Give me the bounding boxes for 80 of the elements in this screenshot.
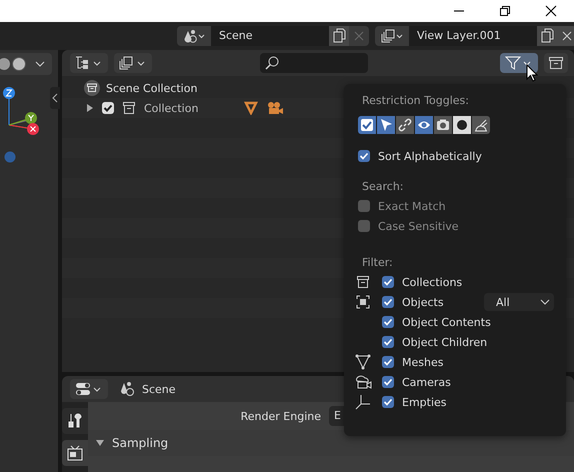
mesh-icon bbox=[355, 354, 371, 370]
restriction-toggle[interactable] bbox=[377, 116, 395, 134]
collapse-arrow-icon[interactable] bbox=[50, 87, 60, 109]
checkbox-label[interactable]: Objects bbox=[402, 296, 444, 308]
close-icon[interactable] bbox=[545, 5, 557, 17]
copy-icon[interactable] bbox=[329, 26, 349, 46]
checkbox[interactable] bbox=[382, 376, 394, 388]
view-layer-field[interactable]: View Layer.001 bbox=[409, 26, 537, 46]
caret-icon bbox=[540, 298, 550, 306]
breadcrumb-label: Scene bbox=[142, 382, 176, 396]
tree-item-label[interactable]: Scene Collection bbox=[106, 82, 198, 94]
close-icon[interactable] bbox=[557, 26, 574, 46]
tool-icon bbox=[67, 413, 83, 429]
section-title: Filter: bbox=[361, 256, 394, 271]
checkbox[interactable] bbox=[382, 316, 394, 328]
copy-icon[interactable] bbox=[537, 26, 557, 46]
checkbox[interactable] bbox=[102, 102, 114, 114]
search-field[interactable] bbox=[260, 53, 368, 73]
collection-icon bbox=[548, 56, 564, 70]
tree-item-label[interactable]: Collection bbox=[144, 102, 198, 114]
checkbox[interactable] bbox=[382, 356, 394, 368]
dot-icon bbox=[455, 118, 469, 132]
restriction-toggle[interactable] bbox=[453, 116, 471, 134]
render-engine-label: Render Engine bbox=[240, 410, 321, 422]
object-filter-dropdown[interactable]: All bbox=[484, 293, 554, 311]
filter-dropdown[interactable] bbox=[500, 53, 538, 73]
view-layer-dropdown[interactable] bbox=[114, 53, 152, 73]
section-title: Restriction Toggles: bbox=[361, 94, 470, 109]
checkbox-label[interactable]: Meshes bbox=[402, 356, 444, 368]
search-icon bbox=[265, 56, 279, 70]
checkbox-label[interactable]: Cameras bbox=[402, 376, 451, 388]
section-title: Search: bbox=[361, 180, 404, 195]
checkbox[interactable] bbox=[382, 276, 394, 288]
checkbox-icon bbox=[360, 118, 374, 132]
checkbox[interactable] bbox=[358, 150, 370, 162]
collection-icon bbox=[356, 275, 370, 289]
checkbox-label[interactable]: Collections bbox=[402, 276, 462, 288]
checkbox-label[interactable]: Exact Match bbox=[378, 200, 446, 212]
scene-type-dropdown[interactable] bbox=[177, 26, 211, 46]
empty-axes-icon bbox=[355, 394, 371, 410]
view-layer-dropdown[interactable] bbox=[375, 26, 409, 46]
checkbox-label[interactable]: Object Children bbox=[402, 336, 488, 348]
restriction-toggle[interactable] bbox=[396, 116, 414, 134]
restriction-toggle[interactable] bbox=[415, 116, 433, 134]
restriction-toggle[interactable] bbox=[358, 116, 376, 134]
pointer-icon bbox=[379, 118, 393, 132]
restore-icon[interactable] bbox=[499, 5, 511, 17]
checkbox[interactable] bbox=[358, 220, 370, 232]
triangle-icon bbox=[244, 101, 258, 115]
caret-icon[interactable] bbox=[35, 60, 45, 68]
expand-arrow-icon[interactable] bbox=[86, 104, 94, 112]
editor-type-dropdown[interactable] bbox=[70, 379, 108, 399]
object-icon bbox=[356, 295, 370, 309]
collection-icon bbox=[122, 101, 136, 115]
collection-icon bbox=[84, 80, 100, 96]
checkbox-label[interactable]: Empties bbox=[402, 396, 447, 408]
render-tab[interactable] bbox=[62, 440, 88, 466]
camera-icon bbox=[436, 118, 450, 132]
render-icon bbox=[67, 445, 83, 461]
checkbox[interactable] bbox=[382, 296, 394, 308]
scene-field[interactable]: Scene bbox=[211, 26, 329, 46]
tool-tab[interactable] bbox=[62, 408, 88, 434]
view-dot-icon[interactable] bbox=[4, 151, 16, 163]
new-collection-button[interactable] bbox=[544, 53, 568, 73]
checkbox-label[interactable]: Case Sensitive bbox=[378, 220, 459, 232]
checkbox[interactable] bbox=[382, 396, 394, 408]
expand-arrow-icon bbox=[96, 439, 104, 447]
restriction-toggle[interactable] bbox=[434, 116, 452, 134]
mouse-cursor-icon bbox=[526, 64, 538, 82]
camera-icon bbox=[354, 374, 372, 390]
scene-icon bbox=[120, 381, 136, 397]
checkbox-label[interactable]: Sort Alphabetically bbox=[378, 150, 482, 162]
link-icon bbox=[398, 118, 412, 132]
restriction-toggle[interactable] bbox=[472, 116, 490, 134]
checkbox[interactable] bbox=[382, 336, 394, 348]
display-mode-dropdown[interactable] bbox=[70, 53, 108, 73]
lamp-icon bbox=[474, 118, 488, 132]
checkbox[interactable] bbox=[358, 200, 370, 212]
camera-icon bbox=[266, 101, 284, 115]
checkbox-label[interactable]: Object Contents bbox=[402, 316, 491, 328]
